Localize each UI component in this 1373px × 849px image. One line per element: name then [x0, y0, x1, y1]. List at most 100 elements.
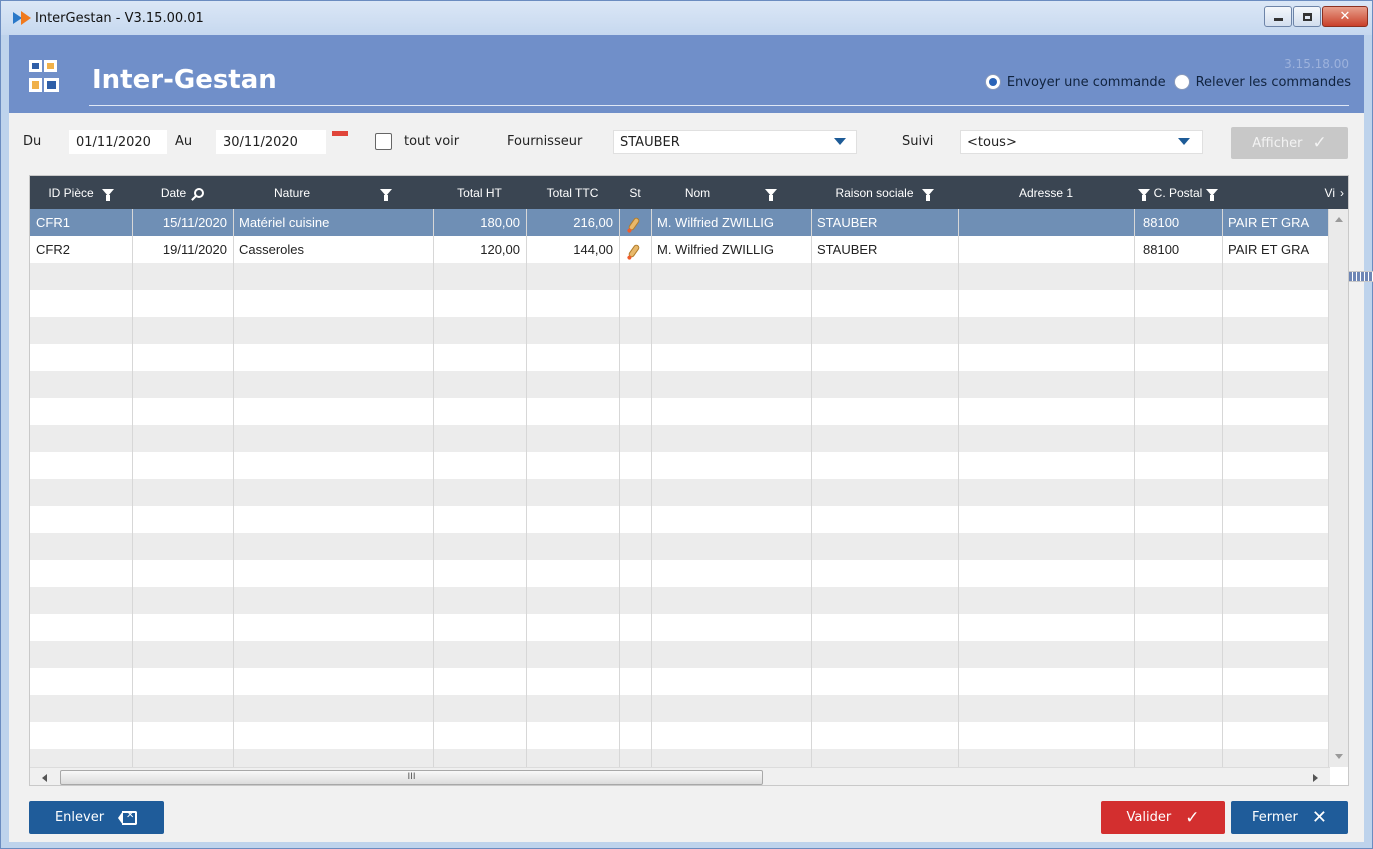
column-divider: [958, 209, 959, 767]
header-divider: [89, 105, 1349, 106]
col-header-st[interactable]: St: [619, 176, 651, 209]
filter-icon[interactable]: [1137, 189, 1150, 201]
backspace-icon: ✕: [118, 810, 138, 825]
column-divider: [651, 209, 652, 767]
scroll-down-icon[interactable]: [1335, 754, 1343, 759]
cell-id: CFR2: [36, 242, 70, 257]
cell-total-ht: 120,00: [480, 242, 520, 257]
minimize-icon: [1273, 18, 1283, 21]
valider-label: Valider: [1126, 810, 1172, 825]
fermer-button[interactable]: Fermer ✕: [1231, 801, 1348, 834]
title-bar[interactable]: InterGestan - V3.15.00.01 ✕: [1, 1, 1372, 35]
radio-envoyer-dot[interactable]: [984, 74, 1001, 90]
empty-row: [30, 560, 1330, 587]
cell-nature: Matériel cuisine: [239, 215, 330, 230]
col-total-ht-label: Total HT: [457, 185, 502, 200]
col-total-ttc-label: Total TTC: [546, 185, 599, 200]
cell-nature: Casseroles: [239, 242, 305, 257]
scroll-right-icon[interactable]: [1313, 774, 1318, 782]
col-header-nom[interactable]: Nom: [651, 176, 811, 209]
cell-adresse1: [958, 209, 1134, 236]
col-header-total-ht[interactable]: Total HT: [433, 176, 526, 209]
au-label: Au: [175, 134, 193, 149]
close-icon: ✕: [1311, 807, 1327, 828]
suivi-dropdown-icon[interactable]: [1178, 138, 1190, 145]
scroll-left-icon[interactable]: [42, 774, 47, 782]
app-logo-icon: [13, 11, 31, 25]
fournisseur-dropdown-icon[interactable]: [834, 138, 846, 145]
du-date-field[interactable]: 01/11/2020: [69, 130, 167, 154]
maximize-button[interactable]: [1293, 6, 1321, 27]
filter-icon[interactable]: [101, 189, 114, 201]
cell-cp: 88100: [1143, 215, 1180, 230]
cell-date: 19/11/2020: [162, 242, 227, 257]
col-adresse1-label: Adresse 1: [1018, 185, 1074, 200]
suivi-label: Suivi: [902, 134, 934, 149]
radio-envoyer[interactable]: Envoyer une commande: [984, 74, 1166, 90]
col-header-adresse1[interactable]: Adresse 1: [958, 176, 1134, 209]
radio-relever-dot[interactable]: [1173, 74, 1190, 90]
column-divider: [811, 209, 812, 767]
empty-row: [30, 695, 1330, 722]
enlever-button[interactable]: Enlever ✕: [29, 801, 164, 834]
au-date-field[interactable]: 30/11/2020: [216, 130, 326, 154]
grid-header: ID Pièce Date Nature Total HT Total TTC …: [30, 176, 1348, 209]
orders-grid: ID Pièce Date Nature Total HT Total TTC …: [29, 175, 1349, 786]
afficher-button[interactable]: Afficher ✓: [1231, 127, 1348, 159]
empty-row: [30, 371, 1330, 398]
close-icon: ✕: [1339, 9, 1351, 24]
version-label: 3.15.18.00: [1284, 57, 1349, 71]
rocket-icon: [627, 243, 641, 259]
col-header-id[interactable]: ID Pièce: [30, 176, 132, 209]
filter-icon[interactable]: [380, 189, 393, 201]
col-header-nature[interactable]: Nature: [233, 176, 433, 209]
search-icon[interactable]: [194, 187, 205, 198]
app-window: InterGestan - V3.15.00.01 ✕ Inter-Gestan…: [0, 0, 1373, 849]
radio-relever[interactable]: Relever les commandes: [1173, 74, 1351, 90]
empty-row: [30, 344, 1330, 371]
calendar-icon[interactable]: [332, 131, 1373, 282]
empty-row: [30, 668, 1330, 695]
empty-row: [30, 398, 1330, 425]
fournisseur-select[interactable]: STAUBER: [613, 130, 857, 154]
suivi-select[interactable]: <tous>: [960, 130, 1203, 154]
minimize-button[interactable]: [1264, 6, 1292, 27]
col-header-total-ttc[interactable]: Total TTC: [526, 176, 619, 209]
chevron-right-icon[interactable]: ›: [1340, 186, 1344, 200]
empty-row: [30, 317, 1330, 344]
cell-total-ttc: 216,00: [573, 215, 613, 230]
col-header-ville[interactable]: Vi ›: [1222, 176, 1348, 209]
empty-row: [30, 614, 1330, 641]
horizontal-scrollbar[interactable]: III: [30, 767, 1330, 785]
rocket-icon: [627, 216, 641, 232]
page-title: Inter-Gestan: [92, 65, 277, 95]
col-header-raison[interactable]: Raison sociale: [811, 176, 958, 209]
scroll-up-icon[interactable]: [1335, 217, 1343, 222]
col-header-cp[interactable]: C. Postal: [1134, 176, 1222, 209]
vertical-scrollbar[interactable]: [1328, 209, 1348, 767]
cell-cp: 88100: [1143, 242, 1180, 257]
filter-icon[interactable]: [921, 189, 934, 201]
afficher-label: Afficher: [1252, 135, 1303, 151]
filter-icon[interactable]: [765, 189, 778, 201]
column-divider: [1222, 209, 1223, 767]
col-header-date[interactable]: Date: [132, 176, 233, 209]
table-row[interactable]: CFR2 19/11/2020 Casseroles 120,00 144,00…: [30, 236, 1330, 263]
filter-icon[interactable]: [1206, 189, 1219, 201]
cell-id: CFR1: [36, 215, 70, 230]
column-divider: [526, 209, 527, 767]
tout-voir-checkbox[interactable]: [375, 133, 392, 150]
empty-row: [30, 290, 1330, 317]
tout-voir-label: tout voir: [404, 134, 460, 149]
cell-st: [619, 236, 651, 263]
col-nom-label: Nom: [684, 185, 711, 200]
scroll-thumb[interactable]: III: [60, 770, 763, 785]
empty-row: [30, 425, 1330, 452]
cell-nom: M. Wilfried ZWILLIG: [657, 215, 775, 230]
close-window-button[interactable]: ✕: [1322, 6, 1368, 27]
column-divider: [233, 209, 234, 767]
valider-button[interactable]: Valider ✓: [1101, 801, 1225, 834]
table-row[interactable]: CFR1 15/11/2020 Matériel cuisine 180,00 …: [30, 209, 1330, 236]
col-date-label: Date: [160, 185, 187, 200]
app-header: Inter-Gestan 3.15.18.00 Envoyer une comm…: [9, 35, 1364, 113]
